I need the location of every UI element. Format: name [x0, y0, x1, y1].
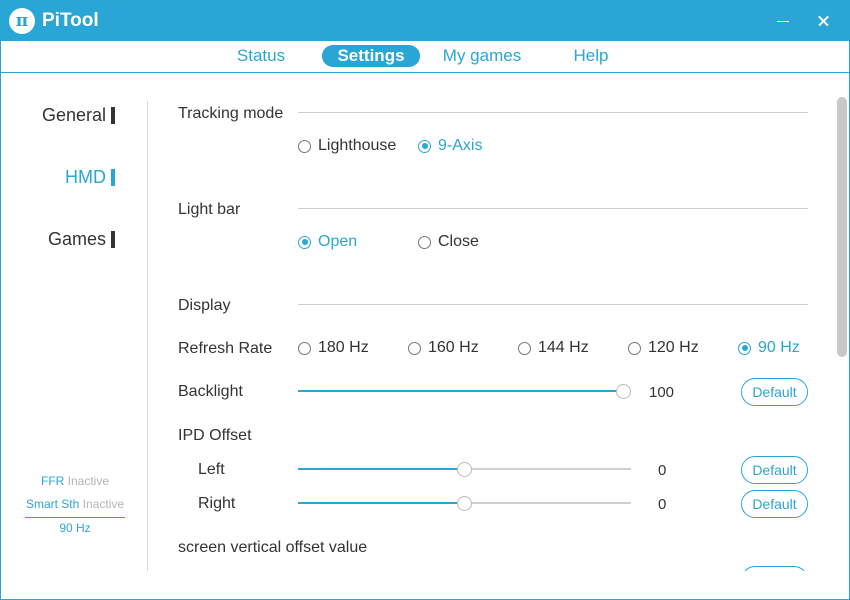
- slider-fill: [298, 468, 465, 470]
- sidebar-item-general[interactable]: General: [42, 105, 115, 126]
- radio-icon: [298, 235, 311, 249]
- ipd-left-default-button[interactable]: Default: [741, 456, 808, 484]
- smart-label: Smart Sth: [25, 497, 80, 511]
- ipd-left-label: Left: [198, 461, 225, 478]
- sidebar-divider: [147, 101, 148, 571]
- refresh-120-radio[interactable]: 120 Hz: [628, 339, 699, 357]
- minimize-icon[interactable]: [773, 11, 793, 31]
- refresh-90-radio[interactable]: 90 Hz: [738, 339, 800, 357]
- radio-label: Lighthouse: [318, 137, 397, 154]
- radio-icon: [408, 341, 421, 355]
- refresh-rate-value: 90 Hz: [59, 521, 91, 535]
- radio-label: 90 Hz: [758, 339, 800, 356]
- ipd-left-slider[interactable]: [298, 462, 631, 477]
- slider-thumb[interactable]: [457, 462, 472, 477]
- ipd-right-default-button[interactable]: Default: [741, 490, 808, 518]
- radio-icon: [738, 341, 751, 355]
- ipd-offset-title: IPD Offset: [178, 427, 252, 444]
- radio-label: Open: [318, 233, 358, 250]
- ffr-label: FFR: [40, 474, 65, 488]
- vertical-offset-default-button[interactable]: [741, 566, 808, 571]
- radio-label: 144 Hz: [538, 339, 589, 356]
- tracking-lighthouse-radio[interactable]: Lighthouse: [298, 137, 396, 155]
- tab-status[interactable]: Status: [223, 45, 299, 67]
- sidebar-item-hmd[interactable]: HMD: [65, 167, 115, 188]
- slider-fill: [298, 390, 624, 392]
- nav-marker-icon: [111, 169, 115, 186]
- light-bar-title: Light bar: [178, 201, 241, 218]
- backlight-value: 100: [649, 384, 675, 401]
- radio-icon: [628, 341, 641, 355]
- section-divider: [298, 112, 808, 113]
- status-divider: [25, 517, 125, 518]
- ffr-status: FFR Inactive: [25, 474, 125, 488]
- ipd-right-slider[interactable]: [298, 496, 631, 511]
- pitool-logo-icon: π: [9, 8, 35, 34]
- sidebar-item-label: Games: [47, 229, 106, 249]
- section-divider: [298, 304, 808, 305]
- settings-panel: Tracking mode Lighthouse 9-Axis Light ba…: [151, 74, 836, 571]
- ffr-value: Inactive: [67, 474, 110, 488]
- close-icon[interactable]: [813, 11, 833, 31]
- sidebar-item-label: HMD: [65, 167, 106, 187]
- scrollbar[interactable]: [837, 97, 847, 357]
- backlight-label: Backlight: [178, 383, 243, 400]
- tab-settings[interactable]: Settings: [322, 45, 420, 67]
- slider-fill: [298, 502, 465, 504]
- light-bar-close-radio[interactable]: Close: [418, 233, 479, 251]
- tab-my-games[interactable]: My games: [437, 45, 527, 67]
- sidebar-item-label: General: [41, 105, 106, 125]
- ipd-right-value: 0: [658, 496, 667, 513]
- slider-thumb[interactable]: [616, 384, 631, 399]
- display-title: Display: [178, 297, 231, 314]
- section-divider: [298, 208, 808, 209]
- app-title: PiTool: [42, 10, 99, 31]
- radio-icon: [418, 139, 431, 153]
- sidebar-item-games[interactable]: Games: [48, 229, 115, 250]
- refresh-rate-label: Refresh Rate: [178, 340, 273, 357]
- radio-label: Close: [438, 233, 479, 250]
- refresh-144-radio[interactable]: 144 Hz: [518, 339, 589, 357]
- radio-icon: [518, 341, 531, 355]
- backlight-default-button[interactable]: Default: [741, 378, 808, 406]
- radio-label: 9-Axis: [438, 137, 483, 154]
- nav-marker-icon: [111, 107, 115, 124]
- tracking-mode-title: Tracking mode: [178, 105, 284, 122]
- tracking-9axis-radio[interactable]: 9-Axis: [418, 137, 482, 155]
- light-bar-open-radio[interactable]: Open: [298, 233, 357, 251]
- vertical-offset-title: screen vertical offset value: [178, 539, 368, 556]
- radio-label: 120 Hz: [648, 339, 699, 356]
- refresh-status: 90 Hz: [25, 521, 125, 535]
- slider-thumb[interactable]: [457, 496, 472, 511]
- radio-label: 180 Hz: [318, 339, 369, 356]
- radio-icon: [298, 139, 311, 153]
- title-bar: π PiTool: [1, 1, 849, 41]
- radio-icon: [418, 235, 431, 249]
- refresh-180-radio[interactable]: 180 Hz: [298, 339, 369, 357]
- smart-value: Inactive: [82, 497, 125, 511]
- backlight-slider[interactable]: [298, 384, 631, 399]
- ipd-right-label: Right: [198, 495, 236, 512]
- main-tabs: Status Settings My games Help: [1, 41, 849, 73]
- refresh-160-radio[interactable]: 160 Hz: [408, 339, 479, 357]
- radio-icon: [298, 341, 311, 355]
- ipd-left-value: 0: [658, 462, 667, 479]
- nav-marker-icon: [111, 231, 115, 248]
- radio-label: 160 Hz: [428, 339, 479, 356]
- pitool-window: π PiTool Status Settings My games Help G…: [0, 0, 850, 600]
- tab-help[interactable]: Help: [561, 45, 621, 67]
- smart-status: Smart Sth Inactive: [25, 497, 125, 511]
